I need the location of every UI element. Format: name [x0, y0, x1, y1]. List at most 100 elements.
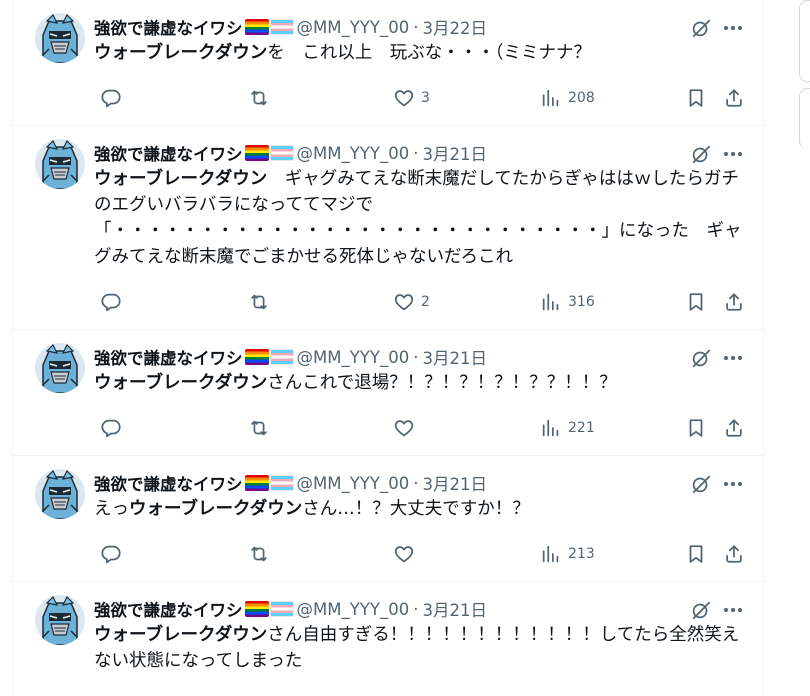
tweet-header: 強欲で謙虚なイワシ @MM_YYY_00 · 3月21日 — [94, 595, 744, 623]
heart-icon — [393, 543, 415, 565]
bookmark-button[interactable] — [679, 414, 707, 442]
share-button[interactable] — [717, 414, 745, 442]
side-panel-edge — [799, 88, 810, 149]
like-count: 2 — [421, 294, 430, 310]
like-button[interactable]: 2 — [387, 288, 430, 316]
tweet-date[interactable]: 3月21日 — [422, 141, 487, 165]
bookmark-button[interactable] — [679, 288, 707, 316]
analytics-icon — [540, 87, 562, 109]
mention-link[interactable]: ウォーブレークダウン — [94, 625, 267, 645]
reply-icon — [100, 417, 122, 439]
tweet-header: 強欲で謙虚なイワシ @MM_YYY_00 · 3月21日 — [94, 469, 744, 497]
tweet-actions: 221 — [94, 414, 754, 442]
author-flags — [244, 19, 294, 35]
mention-link[interactable]: ウォーブレークダウン — [94, 373, 267, 393]
view-count: 213 — [568, 546, 595, 562]
author-flags — [244, 145, 294, 161]
separator-dot: · — [413, 599, 419, 619]
tweet-content: 強欲で謙虚なイワシ @MM_YYY_00 · 3月21日 ウォーブレークダウン … — [94, 139, 744, 270]
author-name[interactable]: 強欲で謙虚なイワシ — [94, 471, 243, 495]
tweet-header: 強欲で謙虚なイワシ @MM_YYY_00 · 3月21日 — [94, 139, 744, 167]
grok-icon[interactable] — [690, 473, 712, 495]
reply-button[interactable] — [94, 288, 122, 316]
heart-icon — [393, 87, 415, 109]
like-button[interactable] — [387, 414, 421, 442]
reply-icon — [100, 543, 122, 565]
like-button[interactable] — [387, 540, 421, 568]
bookmark-button[interactable] — [679, 540, 707, 568]
bookmark-button[interactable] — [679, 84, 707, 112]
tweet-content: 強欲で謙虚なイワシ @MM_YYY_00 · 3月22日 ウォーブレークダウンを… — [94, 13, 744, 66]
avatar[interactable] — [35, 595, 85, 645]
mention-link[interactable]: ウォーブレークダウン — [94, 169, 267, 189]
tweet-text: ウォーブレークダウンさんこれで退場？！？！？！？！？？！！？ — [94, 370, 744, 396]
tweet[interactable]: 強欲で謙虚なイワシ @MM_YYY_00 · 3月21日 ウォーブレークダウンさ… — [13, 582, 763, 696]
heart-icon — [393, 291, 415, 313]
tweet-date[interactable]: 3月21日 — [422, 597, 487, 621]
retweet-icon — [248, 87, 270, 109]
rainbow-flag-icon — [244, 145, 269, 161]
author-flags — [244, 349, 294, 365]
more-icon[interactable] — [722, 18, 744, 38]
views-button[interactable]: 213 — [534, 540, 595, 568]
reply-button[interactable] — [94, 414, 122, 442]
author-handle[interactable]: @MM_YYY_00 — [297, 348, 410, 367]
tweet-date[interactable]: 3月22日 — [422, 15, 487, 39]
author-name[interactable]: 強欲で謙虚なイワシ — [94, 345, 243, 369]
avatar[interactable] — [35, 343, 85, 393]
tweet[interactable]: 強欲で謙虚なイワシ @MM_YYY_00 · 3月21日 えっウォーブレークダウ… — [13, 456, 763, 582]
author-handle[interactable]: @MM_YYY_00 — [297, 474, 410, 493]
tweet-actions: 2 316 — [94, 288, 754, 316]
retweet-button[interactable] — [242, 414, 270, 442]
retweet-button[interactable] — [242, 84, 270, 112]
tweet-date[interactable]: 3月21日 — [422, 345, 487, 369]
author-name[interactable]: 強欲で謙虚なイワシ — [94, 141, 243, 165]
more-icon[interactable] — [722, 474, 744, 494]
grok-icon[interactable] — [690, 599, 712, 621]
author-name[interactable]: 強欲で謙虚なイワシ — [94, 15, 243, 39]
tweet-text: ウォーブレークダウンさん自由すぎる！！！！！！！！！！！！してたら全然笑えない状… — [94, 622, 744, 674]
separator-dot: · — [413, 347, 419, 367]
author-handle[interactable]: @MM_YYY_00 — [297, 600, 410, 619]
transgender-flag-icon — [269, 19, 294, 35]
avatar[interactable] — [35, 469, 85, 519]
share-icon — [723, 543, 745, 565]
avatar[interactable] — [35, 13, 85, 63]
share-button[interactable] — [717, 540, 745, 568]
more-icon[interactable] — [722, 600, 744, 620]
views-button[interactable]: 316 — [534, 288, 595, 316]
tweet-prefix: えっ — [94, 499, 129, 519]
separator-dot: · — [413, 17, 419, 37]
author-handle[interactable]: @MM_YYY_00 — [297, 144, 410, 163]
avatar[interactable] — [35, 139, 85, 189]
grok-icon[interactable] — [690, 17, 712, 39]
views-button[interactable]: 221 — [534, 414, 595, 442]
author-name[interactable]: 強欲で謙虚なイワシ — [94, 597, 243, 621]
like-button[interactable]: 3 — [387, 84, 430, 112]
share-button[interactable] — [717, 84, 745, 112]
tweet-actions: 3 208 — [94, 84, 754, 112]
share-button[interactable] — [717, 288, 745, 316]
grok-icon[interactable] — [690, 143, 712, 165]
tweet-text: えっウォーブレークダウンさん…！？大丈夫ですか！？ — [94, 496, 744, 522]
grok-icon[interactable] — [690, 347, 712, 369]
retweet-button[interactable] — [242, 288, 270, 316]
tweet[interactable]: 強欲で謙虚なイワシ @MM_YYY_00 · 3月21日 ウォーブレークダウン … — [13, 126, 763, 330]
tweet-date[interactable]: 3月21日 — [422, 471, 487, 495]
mention-link[interactable]: ウォーブレークダウン — [129, 499, 302, 519]
rainbow-flag-icon — [244, 475, 269, 491]
tweet-content: 強欲で謙虚なイワシ @MM_YYY_00 · 3月21日 ウォーブレークダウンさ… — [94, 595, 744, 674]
tweet[interactable]: 強欲で謙虚なイワシ @MM_YYY_00 · 3月21日 ウォーブレークダウンさ… — [13, 330, 763, 456]
author-handle[interactable]: @MM_YYY_00 — [297, 18, 410, 37]
tweet-text: ウォーブレークダウンを これ以上 玩ぶな・・・（ミミナナ？ — [94, 40, 744, 66]
reply-button[interactable] — [94, 540, 122, 568]
retweet-button[interactable] — [242, 540, 270, 568]
tweet[interactable]: 強欲で謙虚なイワシ @MM_YYY_00 · 3月22日 ウォーブレークダウンを… — [13, 0, 763, 126]
views-button[interactable]: 208 — [534, 84, 595, 112]
more-icon[interactable] — [722, 348, 744, 368]
transgender-flag-icon — [269, 145, 294, 161]
reply-button[interactable] — [94, 84, 122, 112]
mention-link[interactable]: ウォーブレークダウン — [94, 43, 267, 63]
rainbow-flag-icon — [244, 601, 269, 617]
more-icon[interactable] — [722, 144, 744, 164]
